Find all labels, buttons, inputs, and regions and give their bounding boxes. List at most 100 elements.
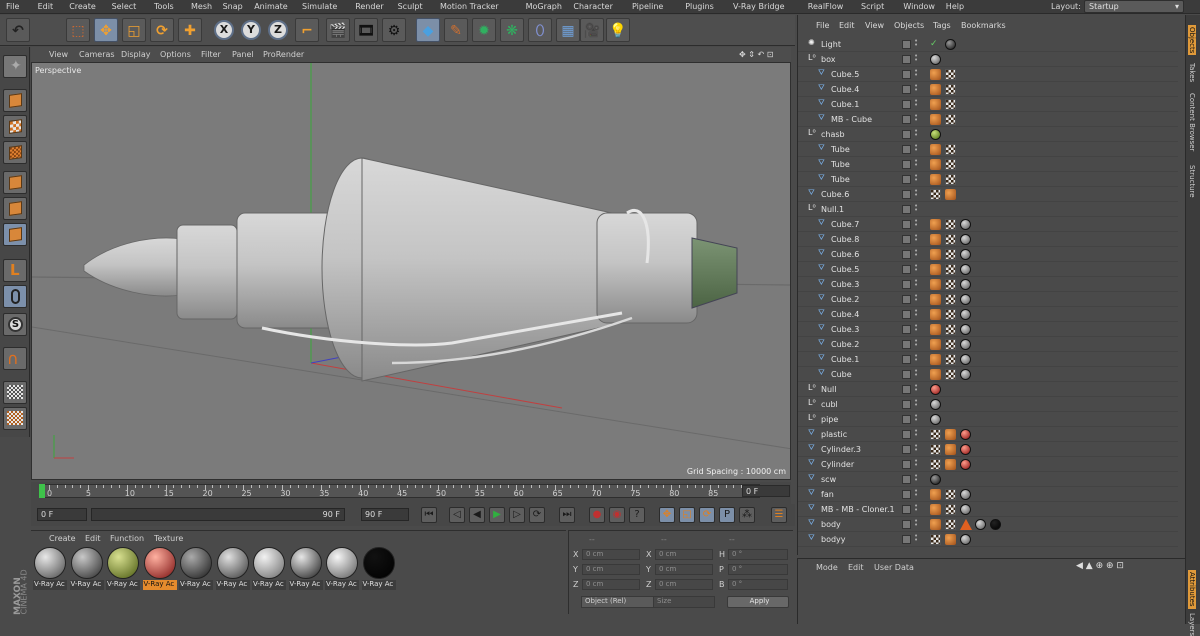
menu-render[interactable]: Render [355, 2, 383, 11]
position-x-field[interactable]: 0 cm [582, 549, 640, 560]
object-row[interactable]: ⛛ Tube • • [798, 157, 1178, 172]
x-axis-button[interactable]: X [214, 20, 234, 40]
editor-render-dots[interactable]: • • [914, 263, 918, 274]
layer-visibility-box[interactable] [902, 235, 911, 244]
material-menu-edit[interactable]: Edit [85, 534, 101, 543]
object-row[interactable]: ⛛ Cube.2 • • [798, 292, 1178, 307]
lock-workplane-button[interactable] [3, 381, 27, 404]
editor-render-dots[interactable]: • • [914, 173, 918, 184]
material-tag-icon[interactable] [960, 249, 971, 260]
editor-render-dots[interactable]: • • [914, 458, 918, 469]
texture-mode-button[interactable] [3, 115, 27, 138]
undo-button[interactable]: ↶ [6, 18, 30, 42]
material-tag-icon[interactable] [960, 429, 971, 440]
material-tag-icon[interactable] [960, 369, 971, 380]
layer-visibility-box[interactable] [902, 280, 911, 289]
material-tag-icon[interactable] [960, 309, 971, 320]
menu-create[interactable]: Create [69, 2, 96, 11]
size-z-field[interactable]: 0 cm [655, 579, 713, 590]
phong-tag-icon[interactable] [930, 144, 941, 155]
phong-tag-icon[interactable] [930, 279, 941, 290]
editor-render-dots[interactable]: • • [914, 38, 918, 49]
phong-tag-icon[interactable] [930, 114, 941, 125]
layer-visibility-box[interactable] [902, 505, 911, 514]
menu-realflow[interactable]: RealFlow [808, 2, 844, 11]
material-tag-icon[interactable] [960, 234, 971, 245]
model-mode-button[interactable] [3, 89, 27, 112]
phong-tag-icon[interactable] [930, 99, 941, 110]
layer-visibility-box[interactable] [902, 160, 911, 169]
phong-tag-icon[interactable] [930, 174, 941, 185]
editor-render-dots[interactable]: • • [914, 413, 918, 424]
attributes-menu-user-data[interactable]: User Data [874, 563, 914, 572]
uvw-tag-icon[interactable] [945, 144, 956, 155]
rotation-p-field[interactable]: 0 ° [728, 564, 788, 575]
object-row[interactable]: L⁰ cubl • • [798, 397, 1178, 412]
layer-visibility-box[interactable] [902, 310, 911, 319]
object-row[interactable]: ⛛ fan • • [798, 487, 1178, 502]
material-tag-icon[interactable] [960, 294, 971, 305]
object-row[interactable]: ⛛ Cylinder • • [798, 457, 1178, 472]
menu-sculpt[interactable]: Sculpt [398, 2, 423, 11]
editor-render-dots[interactable]: • • [914, 203, 918, 214]
object-menu-file[interactable]: File [816, 21, 829, 30]
editor-render-dots[interactable]: • • [914, 503, 918, 514]
menu-window[interactable]: Window [903, 2, 935, 11]
phong-tag-icon[interactable] [930, 219, 941, 230]
object-row[interactable]: ⛛ Cube.1 • • [798, 352, 1178, 367]
z-axis-button[interactable]: Z [268, 20, 288, 40]
editor-render-dots[interactable]: • • [914, 68, 918, 79]
object-row[interactable]: ⛛ Cube.4 • • [798, 307, 1178, 322]
layer-visibility-box[interactable] [902, 370, 911, 379]
object-row[interactable]: L⁰ pipe • • [798, 412, 1178, 427]
phong-tag-icon[interactable] [930, 489, 941, 500]
position-y-field[interactable]: 0 cm [582, 564, 640, 575]
points-mode-button[interactable] [3, 171, 27, 194]
uvw-tag-icon[interactable] [945, 489, 956, 500]
object-row[interactable]: ⛛ Cube.6 • • [798, 247, 1178, 262]
material-menu-texture[interactable]: Texture [154, 534, 183, 543]
phong-tag-icon[interactable] [930, 234, 941, 245]
menu-tools[interactable]: Tools [154, 2, 174, 11]
add-object-button[interactable]: ✚ [178, 18, 202, 42]
uvw-tag-icon[interactable] [930, 189, 941, 200]
layout-select[interactable]: Startup ▾ [1084, 0, 1184, 13]
light-button[interactable]: 💡 [606, 18, 630, 42]
editor-render-dots[interactable]: • • [914, 128, 918, 139]
phong-tag-icon[interactable] [930, 354, 941, 365]
object-row[interactable]: ⛛ MB - MB - Cloner.1 • • [798, 502, 1178, 517]
uvw-tag-icon[interactable] [930, 444, 941, 455]
menu-animate[interactable]: Animate [254, 2, 288, 11]
uvw-tag-icon[interactable] [945, 504, 956, 515]
object-row[interactable]: L⁰ chasb • • [798, 127, 1178, 142]
layer-visibility-box[interactable] [902, 385, 911, 394]
layer-visibility-box[interactable] [902, 340, 911, 349]
object-row[interactable]: ⛛ Cube.3 • • [798, 277, 1178, 292]
menu-mesh[interactable]: Mesh [191, 2, 212, 11]
material-swatch[interactable]: V-Ray Ac [288, 547, 323, 591]
uvw-tag-icon[interactable] [945, 354, 956, 365]
object-menu-edit[interactable]: Edit [839, 21, 855, 30]
material-tag-icon[interactable] [930, 474, 941, 485]
autokeying-button[interactable]: ◉ [609, 507, 625, 523]
next-frame-button[interactable]: ▷ [509, 507, 525, 523]
phong-tag-icon[interactable] [930, 294, 941, 305]
object-row[interactable]: ⛛ Cube • • [798, 367, 1178, 382]
uvw-tag-icon[interactable] [945, 324, 956, 335]
cone-tag-icon[interactable] [960, 519, 972, 530]
pla-key-button[interactable]: ⁂ [739, 507, 755, 523]
coordinate-mode-select[interactable]: Object (Rel) [581, 596, 657, 608]
layer-visibility-box[interactable] [902, 430, 911, 439]
previous-frame-button[interactable]: ◀ [469, 507, 485, 523]
preview-range-slider[interactable]: 90 F [91, 508, 345, 521]
object-row[interactable]: ⛛ bodyy • • [798, 532, 1178, 547]
layer-visibility-box[interactable] [902, 115, 911, 124]
make-editable-button[interactable]: ✦ [3, 55, 27, 78]
uvw-tag-icon[interactable] [945, 294, 956, 305]
tab-takes[interactable]: Takes [1188, 63, 1196, 82]
menu-file[interactable]: File [6, 2, 19, 11]
material-tag-icon[interactable] [960, 219, 971, 230]
material-tag-icon[interactable] [930, 129, 941, 140]
viewport-menu-options[interactable]: Options [160, 50, 191, 59]
layer-visibility-box[interactable] [902, 400, 911, 409]
